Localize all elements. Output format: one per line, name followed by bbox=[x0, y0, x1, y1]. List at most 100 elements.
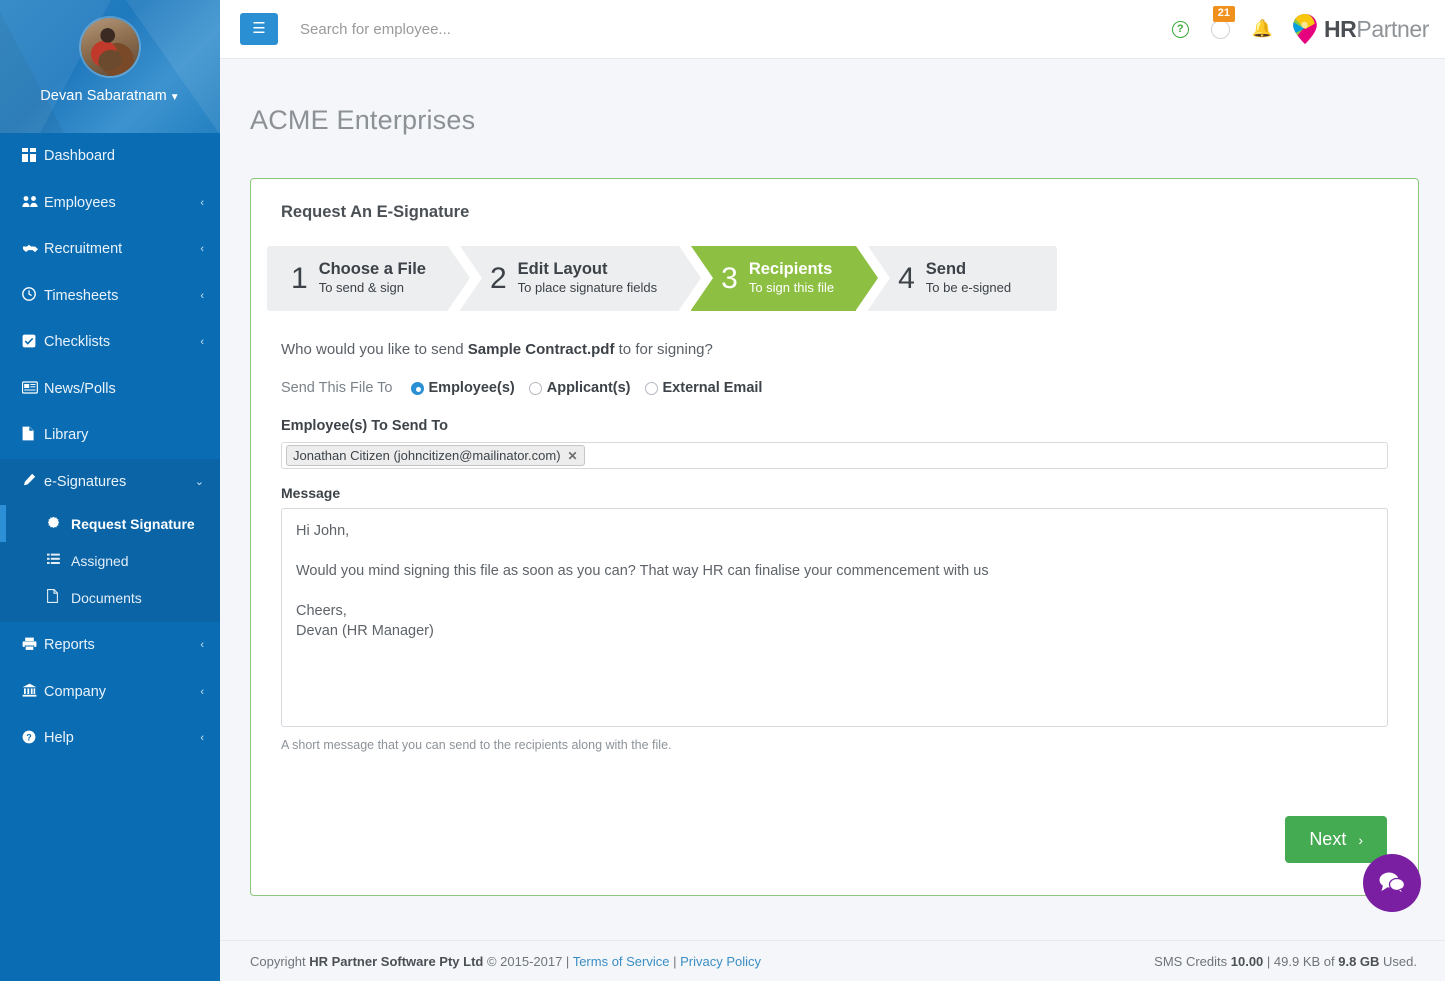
chevron-down-icon: ⌄ bbox=[194, 476, 204, 489]
wizard-step-4[interactable]: 4 Send To be e-signed bbox=[868, 246, 1058, 311]
message-help-text: A short message that you can send to the… bbox=[281, 738, 672, 752]
profile-name-label: Devan Sabaratnam bbox=[40, 88, 167, 104]
chevron-icon: ‹ bbox=[200, 336, 204, 349]
logo-partner: Partner bbox=[1356, 15, 1429, 42]
request-signature-card: Request An E-Signature 1 Choose a File T… bbox=[250, 178, 1419, 896]
sidebar-submenu-e-signatures: Request Signature Assigned Documents bbox=[0, 505, 220, 622]
bell-icon[interactable]: 🔔 bbox=[1252, 19, 1273, 39]
search-input[interactable] bbox=[300, 20, 1172, 38]
step-subtitle: To send & sign bbox=[318, 280, 404, 295]
radio-option-external-email[interactable]: External Email bbox=[644, 380, 763, 396]
footer-years: © 2015-2017 | bbox=[483, 953, 573, 969]
radio-icon[interactable] bbox=[410, 381, 424, 395]
step-number: 1 bbox=[291, 261, 308, 295]
help-button[interactable]: ? bbox=[1171, 20, 1189, 38]
svg-text:?: ? bbox=[26, 732, 32, 742]
message-textarea[interactable] bbox=[281, 508, 1388, 727]
avatar[interactable] bbox=[81, 18, 139, 76]
wizard-step-2[interactable]: 2 Edit Layout To place signature fields bbox=[459, 246, 714, 311]
sidebar-subitem-label: Documents bbox=[71, 589, 142, 606]
recipients-input[interactable]: Jonathan Citizen (johncitizen@mailinator… bbox=[281, 442, 1388, 469]
wizard-steps: 1 Choose a File To send & sign 2 Edit La… bbox=[267, 246, 1418, 311]
sidebar-item-dashboard[interactable]: Dashboard bbox=[0, 133, 220, 180]
sidebar-item-label: Recruitment bbox=[44, 241, 123, 258]
pencil-icon bbox=[22, 473, 44, 490]
question-circle-icon: ? bbox=[22, 730, 44, 747]
step-title: Send bbox=[925, 260, 967, 278]
sidebar-nav: Dashboard Employees ‹ Recruitment ‹ Time… bbox=[0, 133, 220, 762]
sidebar-item-recruitment[interactable]: Recruitment ‹ bbox=[0, 226, 220, 273]
page-title: ACME Enterprises bbox=[250, 105, 476, 135]
radio-icon[interactable] bbox=[528, 381, 542, 395]
question-filename: Sample Contract.pdf bbox=[467, 341, 615, 358]
sidebar-item-timesheets[interactable]: Timesheets ‹ bbox=[0, 273, 220, 320]
page-footer: Copyright HR Partner Software Pty Ltd © … bbox=[220, 940, 1445, 981]
header-icons: ? 21 🔔 bbox=[1171, 5, 1273, 39]
radio-label: Applicant(s) bbox=[546, 380, 631, 396]
hamburger-icon[interactable]: ☰ bbox=[240, 13, 278, 45]
radio-label: Employee(s) bbox=[428, 380, 515, 396]
sidebar-item-company[interactable]: Company ‹ bbox=[0, 669, 220, 716]
radio-option-employees[interactable]: Employee(s) bbox=[410, 380, 515, 396]
question-suffix: to for signing? bbox=[614, 341, 713, 358]
printer-icon bbox=[22, 637, 44, 654]
chat-fab-button[interactable] bbox=[1363, 854, 1421, 912]
sidebar-item-label: News/Polls bbox=[44, 380, 116, 397]
next-button-label: Next bbox=[1309, 829, 1347, 849]
storage-used: 49.9 KB of bbox=[1273, 953, 1339, 969]
sidebar-item-assigned[interactable]: Assigned bbox=[0, 542, 220, 579]
sidebar-item-reports[interactable]: Reports ‹ bbox=[0, 622, 220, 669]
grid-icon bbox=[22, 147, 44, 165]
sidebar-item-label: Library bbox=[44, 427, 89, 444]
wizard-step-3[interactable]: 3 Recipients To sign this file bbox=[691, 246, 891, 311]
app-logo: HRPartner bbox=[1291, 13, 1429, 45]
footer-separator: | bbox=[669, 953, 681, 969]
sidebar-item-label: Help bbox=[44, 730, 74, 747]
sidebar-item-news-polls[interactable]: News/Polls bbox=[0, 366, 220, 413]
sidebar-item-employees[interactable]: Employees ‹ bbox=[0, 180, 220, 227]
close-icon[interactable]: ✕ bbox=[568, 449, 578, 463]
sidebar-profile[interactable]: Devan Sabaratnam ▼ bbox=[0, 0, 220, 133]
chevron-icon: ‹ bbox=[200, 289, 204, 302]
file-icon bbox=[22, 426, 44, 444]
sidebar-item-help[interactable]: ? Help ‹ bbox=[0, 715, 220, 762]
sidebar-item-label: Timesheets bbox=[44, 287, 119, 304]
radio-option-applicants[interactable]: Applicant(s) bbox=[528, 380, 631, 396]
question-mark-icon: ? bbox=[1171, 20, 1189, 38]
sidebar: Devan Sabaratnam ▼ Dashboard Employees ‹ … bbox=[0, 0, 220, 981]
footer-usage: SMS Credits 10.00 | 49.9 KB of 9.8 GB Us… bbox=[1154, 954, 1417, 969]
bank-icon bbox=[22, 683, 44, 700]
sidebar-item-documents[interactable]: Documents bbox=[0, 579, 220, 616]
sidebar-item-request-signature[interactable]: Request Signature bbox=[0, 505, 220, 542]
message-label: Message bbox=[281, 485, 341, 501]
next-button[interactable]: Next › bbox=[1285, 816, 1387, 863]
page-icon bbox=[47, 589, 71, 606]
radio-label: External Email bbox=[662, 380, 763, 396]
terms-of-service-link[interactable]: Terms of Service bbox=[573, 954, 670, 969]
step-subtitle: To place signature fields bbox=[517, 280, 658, 295]
profile-name[interactable]: Devan Sabaratnam ▼ bbox=[0, 88, 220, 104]
question-line: Who would you like to send Sample Contra… bbox=[281, 341, 1388, 358]
handshake-icon bbox=[22, 241, 44, 257]
sidebar-subitem-label: Request Signature bbox=[71, 515, 195, 532]
users-icon bbox=[22, 195, 44, 211]
step-number: 4 bbox=[898, 261, 915, 295]
sidebar-item-label: Dashboard bbox=[44, 148, 115, 165]
sidebar-item-e-signatures[interactable]: e-Signatures ⌄ bbox=[0, 458, 220, 505]
recipient-token[interactable]: Jonathan Citizen (johncitizen@mailinator… bbox=[286, 445, 585, 466]
clock-icon bbox=[22, 287, 44, 304]
radio-icon[interactable] bbox=[644, 381, 658, 395]
chat-button[interactable]: 21 bbox=[1210, 5, 1236, 39]
recipients-label: Employee(s) To Send To bbox=[281, 418, 449, 434]
sidebar-item-checklists[interactable]: Checklists ‹ bbox=[0, 319, 220, 366]
chat-badge: 21 bbox=[1212, 5, 1236, 22]
sidebar-item-library[interactable]: Library bbox=[0, 412, 220, 459]
copyright-prefix: Copyright bbox=[250, 953, 310, 969]
step-number: 2 bbox=[489, 261, 507, 295]
wizard-step-1[interactable]: 1 Choose a File To send & sign bbox=[267, 246, 482, 311]
chevron-icon: ‹ bbox=[200, 685, 204, 698]
card-title: Request An E-Signature bbox=[281, 203, 470, 221]
question-prefix: Who would you like to send bbox=[281, 341, 468, 358]
chat-icon bbox=[1210, 19, 1230, 39]
privacy-policy-link[interactable]: Privacy Policy bbox=[680, 954, 761, 969]
